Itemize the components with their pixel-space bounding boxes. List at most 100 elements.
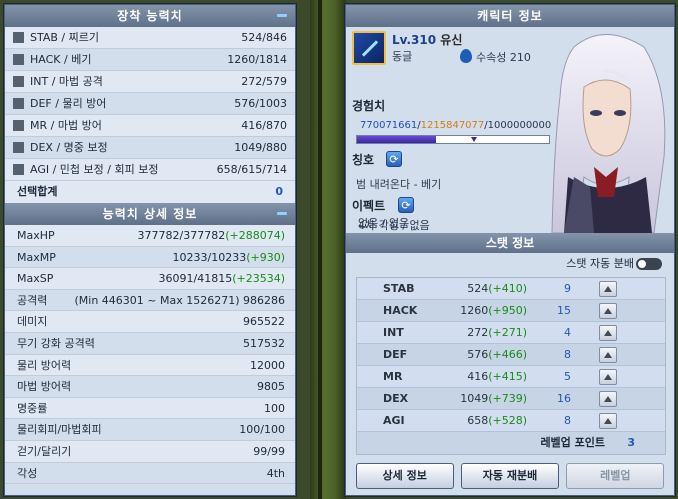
detail-stat-value: 100/100 (239, 423, 285, 437)
checkbox-icon[interactable] (13, 142, 24, 153)
detail-row: MaxHP 377782/377782(+288074) (5, 225, 295, 247)
water-element-icon (460, 49, 472, 63)
stats-panel: 장착 능력치 STAB / 찌르기 524/846 HACK / 베기 1260/1… (4, 4, 296, 496)
equip-row[interactable]: DEF / 물리 방어 576/1003 (5, 93, 295, 115)
stat-name: INT (383, 325, 404, 339)
detail-stat-value: 99/99 (253, 444, 285, 458)
stat-points: 5 (564, 369, 571, 383)
detail-stat-name: 걷기/달리기 (17, 444, 72, 458)
stat-name: DEX (383, 391, 409, 405)
background-pole (318, 0, 322, 499)
title-refresh-icon[interactable]: ⟳ (386, 151, 402, 167)
guild-name: 동글 (392, 50, 413, 63)
exp-readout: 770071661/1215847077/1000000000 (360, 120, 552, 131)
equip-stat-value: 416/870 (241, 118, 287, 132)
stat-up-arrow-icon[interactable] (599, 412, 617, 429)
stat-table: STAB 524(+410) 9 HACK 1260(+950) 15 INT 272(+… (356, 277, 666, 455)
exp-required: 1215847077 (420, 120, 485, 131)
stat-up-arrow-icon[interactable] (599, 390, 617, 407)
stat-up-arrow-icon[interactable] (599, 280, 617, 297)
stat-row: STAB 524(+410) 9 (357, 278, 665, 300)
detail-row: 각성 4th (5, 463, 295, 485)
equip-row[interactable]: MR / 마법 방어 416/870 (5, 115, 295, 137)
stat-info-header: 스탯 정보 (346, 233, 674, 253)
checkbox-icon[interactable] (13, 98, 24, 109)
equip-row[interactable]: STAB / 찌르기 524/846 (5, 27, 295, 49)
auto-redistribute-button[interactable]: 자동 재분배 (460, 463, 559, 489)
stat-points: 4 (564, 325, 571, 339)
stat-up-arrow-icon[interactable] (599, 346, 617, 363)
equip-row[interactable]: HACK / 베기 1260/1814 (5, 49, 295, 71)
levelup-button[interactable]: 레벨업 (566, 463, 665, 489)
stat-bonus: (+950) (488, 303, 527, 317)
detail-row: 무기 강화 공격력 517532 (5, 333, 295, 355)
detail-stat-name: 물리 방어력 (17, 358, 72, 372)
character-name: 유신 (440, 33, 463, 47)
checkbox-icon[interactable] (13, 76, 24, 87)
auto-distribute-toggle[interactable] (636, 258, 662, 270)
character-info-header: 캐릭터 정보 (346, 5, 674, 27)
detail-row: 걷기/달리기 99/99 (5, 440, 295, 463)
equip-row[interactable]: DEX / 명중 보정 1049/880 (5, 137, 295, 159)
checkbox-icon[interactable] (13, 120, 24, 131)
action-buttons: 상세 정보 자동 재분배 레벨업 (346, 463, 674, 489)
stat-points: 15 (557, 303, 571, 317)
equip-stat-value: 1260/1814 (227, 52, 287, 66)
detail-stat-value: 517532 (243, 336, 285, 350)
detail-stat-value: 9805 (257, 380, 285, 394)
equip-stat-value: 658/615/714 (216, 162, 287, 176)
detail-stat-name: 명중률 (17, 401, 48, 415)
equip-stats-header: 장착 능력치 (5, 5, 295, 27)
stat-name: MR (383, 369, 403, 383)
stat-bonus: (+271) (488, 325, 527, 339)
stat-up-arrow-icon[interactable] (599, 368, 617, 385)
equip-row[interactable]: AGI / 민첩 보정 / 회피 보정 658/615/714 (5, 159, 295, 181)
detail-stat-bonus: (+23534) (232, 272, 285, 286)
levelup-points-label: 레벨업 포인트 (540, 436, 605, 449)
stat-row: DEF 576(+466) 8 (357, 344, 665, 366)
exp-label: 경험치 (352, 99, 386, 113)
stat-row: HACK 1260(+950) 15 (357, 300, 665, 322)
toggle-knob (638, 260, 646, 268)
stat-points: 8 (564, 413, 571, 427)
game-background (310, 0, 346, 499)
detail-stat-value: 965522 (243, 315, 285, 329)
detail-stat-value: 36091/41815 (158, 272, 233, 286)
stat-row: INT 272(+271) 4 (357, 322, 665, 344)
stat-up-arrow-icon[interactable] (599, 324, 617, 341)
effect-line-2: 없음 / 없음 (358, 217, 410, 230)
detail-stat-value: 4th (266, 466, 285, 480)
stat-base: 416 (467, 369, 489, 383)
detail-row: 마법 방어력 9805 (5, 376, 295, 398)
detail-stat-bonus: (+930) (246, 250, 285, 264)
levelup-points-value: 3 (627, 436, 635, 449)
equip-stat-name: DEX / 명중 보정 (30, 140, 108, 154)
stat-name: DEF (383, 347, 408, 361)
collapse-detail-icon[interactable] (277, 212, 287, 215)
equip-stat-name: MR / 마법 방어 (30, 118, 102, 132)
detail-stat-name: MaxMP (17, 250, 56, 264)
checkbox-icon[interactable] (13, 32, 24, 43)
stat-row: AGI 658(+528) 8 (357, 410, 665, 432)
equip-row[interactable]: INT / 마법 공격 272/579 (5, 71, 295, 93)
collapse-equip-icon[interactable] (277, 14, 287, 17)
stat-name: AGI (383, 413, 405, 427)
stat-up-arrow-icon[interactable] (599, 302, 617, 319)
detail-stat-name: MaxHP (17, 229, 55, 242)
stat-info-title: 스탯 정보 (485, 236, 535, 250)
exp-current: 770071661 (360, 120, 418, 131)
character-level: Lv.310 (392, 33, 437, 47)
checkbox-icon[interactable] (13, 164, 24, 175)
effect-refresh-icon[interactable]: ⟳ (398, 197, 414, 213)
checkbox-icon[interactable] (13, 54, 24, 65)
detail-row: MaxSP 36091/41815(+23534) (5, 268, 295, 290)
class-sword-icon (352, 31, 386, 65)
equip-stat-value: 576/1003 (234, 96, 287, 110)
stat-name: STAB (383, 281, 415, 295)
detail-stats-header: 능력치 상세 정보 (5, 203, 295, 225)
stat-base: 1260 (460, 303, 489, 317)
detail-stat-value: 377782/377782 (137, 229, 226, 242)
stat-base: 576 (467, 347, 489, 361)
detail-info-button[interactable]: 상세 정보 (355, 463, 454, 489)
detail-stat-bonus: (+288074) (225, 229, 285, 242)
